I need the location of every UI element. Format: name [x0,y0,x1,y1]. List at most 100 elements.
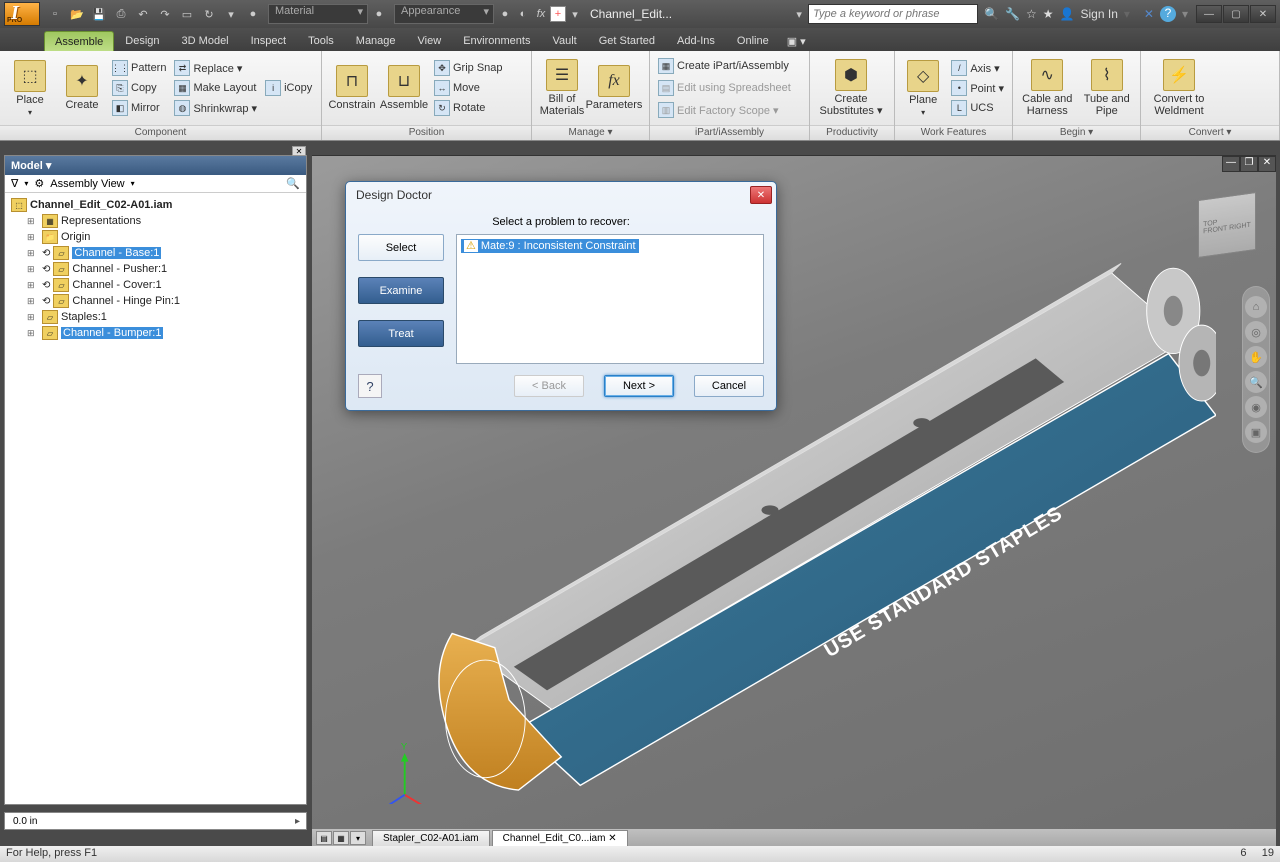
dialog-close-button[interactable]: ✕ [750,186,772,204]
tube-button[interactable]: ⌇Tube and Pipe [1079,59,1134,117]
assemble-button[interactable]: ⊔Assemble [380,65,428,111]
pattern-button[interactable]: ⋮⋮Pattern [110,59,168,77]
material-ball-icon[interactable]: ● [244,5,262,23]
copy-button[interactable]: ⎘Copy [110,79,168,97]
shrinkwrap-button[interactable]: ◍Shrinkwrap ▾ [172,99,259,117]
tab-environments[interactable]: Environments [452,30,541,51]
qat-select-icon[interactable]: ▭ [178,5,196,23]
tabview-icon-1[interactable]: ▤ [316,831,332,845]
mirror-button[interactable]: ◧Mirror [110,99,168,117]
examine-button[interactable]: Examine [358,277,444,304]
axis-button[interactable]: /Axis ▾ [949,59,1006,77]
problem-list[interactable]: Mate:9 : Inconsistent Constraint [456,234,764,364]
color-icon-1[interactable]: ● [496,5,514,23]
tree-item[interactable]: ⊞⟲▱Channel - Pusher:1 [27,261,300,277]
tree-item[interactable]: ⊞▱Staples:1 [27,309,300,325]
title-dropdown-icon[interactable]: ▾ [790,5,808,23]
ucs-button[interactable]: LUCS [949,99,1006,117]
tree-root[interactable]: ⬚Channel_Edit_C02-A01.iam [11,197,300,213]
find-icon[interactable]: 🔍 [286,177,300,190]
place-button[interactable]: ⬚Place▾ [6,60,54,117]
point-button[interactable]: •Point ▾ [949,79,1006,97]
exchange-icon[interactable]: ✕ [1144,7,1154,21]
minimize-button[interactable]: — [1196,5,1222,23]
search-input[interactable] [808,4,978,24]
nav-zoom-icon[interactable]: 🔍 [1245,371,1267,393]
gripsnap-button[interactable]: ✥Grip Snap [432,59,505,77]
rotate-button[interactable]: ↻Rotate [432,99,505,117]
constrain-button[interactable]: ⊓Constrain [328,65,376,111]
qat-open-icon[interactable]: 📂 [68,5,86,23]
tab-manage[interactable]: Manage [345,30,407,51]
tree-item[interactable]: ⊞📁Origin [27,229,300,245]
nav-orbit-icon[interactable]: ◉ [1245,396,1267,418]
binoculars-icon[interactable]: 🔍 [984,7,999,21]
nav-pan-icon[interactable]: ✋ [1245,346,1267,368]
create-button[interactable]: ✦Create [58,65,106,111]
tab-getstarted[interactable]: Get Started [588,30,666,51]
back-button[interactable]: < Back [514,375,584,397]
cable-button[interactable]: ∿Cable and Harness [1019,59,1075,117]
tree-item[interactable]: ⊞⟲▱Channel - Base:1 [27,245,300,261]
nav-home-icon[interactable]: ⌂ [1245,296,1267,318]
editspreadsheet-button[interactable]: ▤Edit using Spreadsheet [656,79,793,97]
substitutes-button[interactable]: ⬢Create Substitutes ▾ [816,59,886,117]
appearance-ball-icon[interactable]: ● [370,5,388,23]
doc-tab[interactable]: Stapler_C02-A01.iam [372,830,490,847]
editfactory-button[interactable]: ▥Edit Factory Scope ▾ [656,101,793,119]
icopy-button[interactable]: iiCopy [263,79,314,97]
tab-online[interactable]: Online [726,30,780,51]
parameters-button[interactable]: fxParameters [590,65,638,111]
qat-new-icon[interactable]: ▫ [46,5,64,23]
qat-save-icon[interactable]: 💾 [90,5,108,23]
close-button[interactable]: ✕ [1250,5,1276,23]
nav-lookat-icon[interactable]: ▣ [1245,421,1267,443]
tab-vault[interactable]: Vault [541,30,587,51]
plane-button[interactable]: ◇Plane▾ [901,60,945,117]
dialog-help-button[interactable]: ? [358,374,382,398]
tab-overflow-icon[interactable]: ▣ ▾ [780,32,813,51]
signin-link[interactable]: Sign In [1081,7,1118,21]
move-button[interactable]: ↔Move [432,79,505,97]
nav-wheel-icon[interactable]: ◎ [1245,321,1267,343]
app-icon[interactable]: PRO [4,2,40,26]
panel-close-icon[interactable]: ✕ [292,146,306,156]
appearance-dropdown[interactable]: Appearance [394,4,494,24]
tabview-icon-3[interactable]: ▾ [350,831,366,845]
select-button[interactable]: Select [358,234,444,261]
qat-undo-icon[interactable]: ↶ [134,5,152,23]
tree-item[interactable]: ⊞▦Representations [27,213,300,229]
tab-assemble[interactable]: Assemble [44,31,114,51]
color-icon-2[interactable]: ◐ [514,5,532,23]
help-icon[interactable]: ? [1160,6,1176,22]
convert-button[interactable]: ⚡Convert to Weldment [1147,59,1211,117]
fx-icon[interactable]: fx [532,5,550,23]
tab-view[interactable]: View [407,30,453,51]
qat-update-icon[interactable]: ↻ [200,5,218,23]
tree-item[interactable]: ⊞⟲▱Channel - Cover:1 [27,277,300,293]
tab-addins[interactable]: Add-Ins [666,30,726,51]
tab-tools[interactable]: Tools [297,30,345,51]
next-button[interactable]: Next > [604,375,674,397]
qat-saveas-icon[interactable]: ⎙ [112,5,130,23]
star-icon[interactable]: ☆ [1026,7,1037,21]
tab-inspect[interactable]: Inspect [240,30,297,51]
problem-item[interactable]: Mate:9 : Inconsistent Constraint [461,239,639,253]
tab-design[interactable]: Design [114,30,170,51]
tab-3dmodel[interactable]: 3D Model [171,30,240,51]
qat-redo-icon[interactable]: ↷ [156,5,174,23]
makelayout-button[interactable]: ▦Make Layout [172,79,259,97]
replace-button[interactable]: ⇄Replace ▾ [172,59,259,77]
assembly-view-label[interactable]: Assembly View [50,178,124,190]
vp-restore-icon[interactable]: ❐ [1240,156,1258,172]
material-dropdown[interactable]: Material [268,4,368,24]
treat-button[interactable]: Treat [358,320,444,347]
model-browser-header[interactable]: Model ▾ [5,156,306,175]
filter-icon[interactable]: ∇ [11,177,18,190]
favorite-icon[interactable]: ★ [1043,7,1054,21]
tree-item[interactable]: ⊞▱Channel - Bumper:1 [27,325,300,341]
qat-more-icon[interactable]: ▾ [566,5,584,23]
doc-tab[interactable]: Channel_Edit_C0...iam ✕ [492,830,628,847]
tabview-icon-2[interactable]: ▦ [333,831,349,845]
vp-minimize-icon[interactable]: — [1222,156,1240,172]
